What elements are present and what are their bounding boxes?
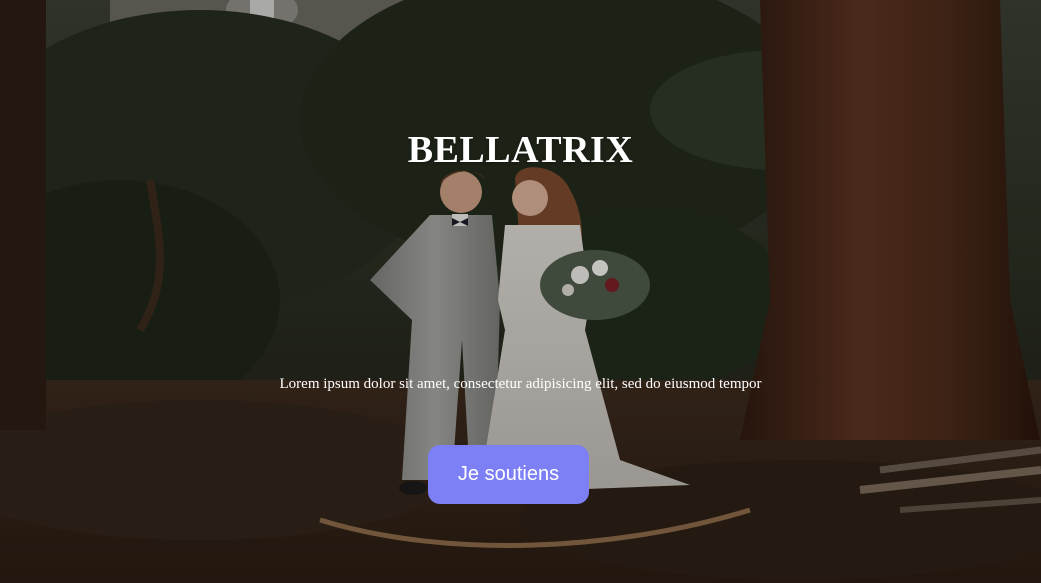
support-button[interactable]: Je soutiens	[428, 445, 589, 504]
hero-tagline: Lorem ipsum dolor sit amet, consectetur …	[279, 376, 762, 392]
page-title: BELLATRIX	[407, 129, 634, 171]
hero-section: BELLATRIX Lorem ipsum dolor sit amet, co…	[0, 0, 1041, 583]
